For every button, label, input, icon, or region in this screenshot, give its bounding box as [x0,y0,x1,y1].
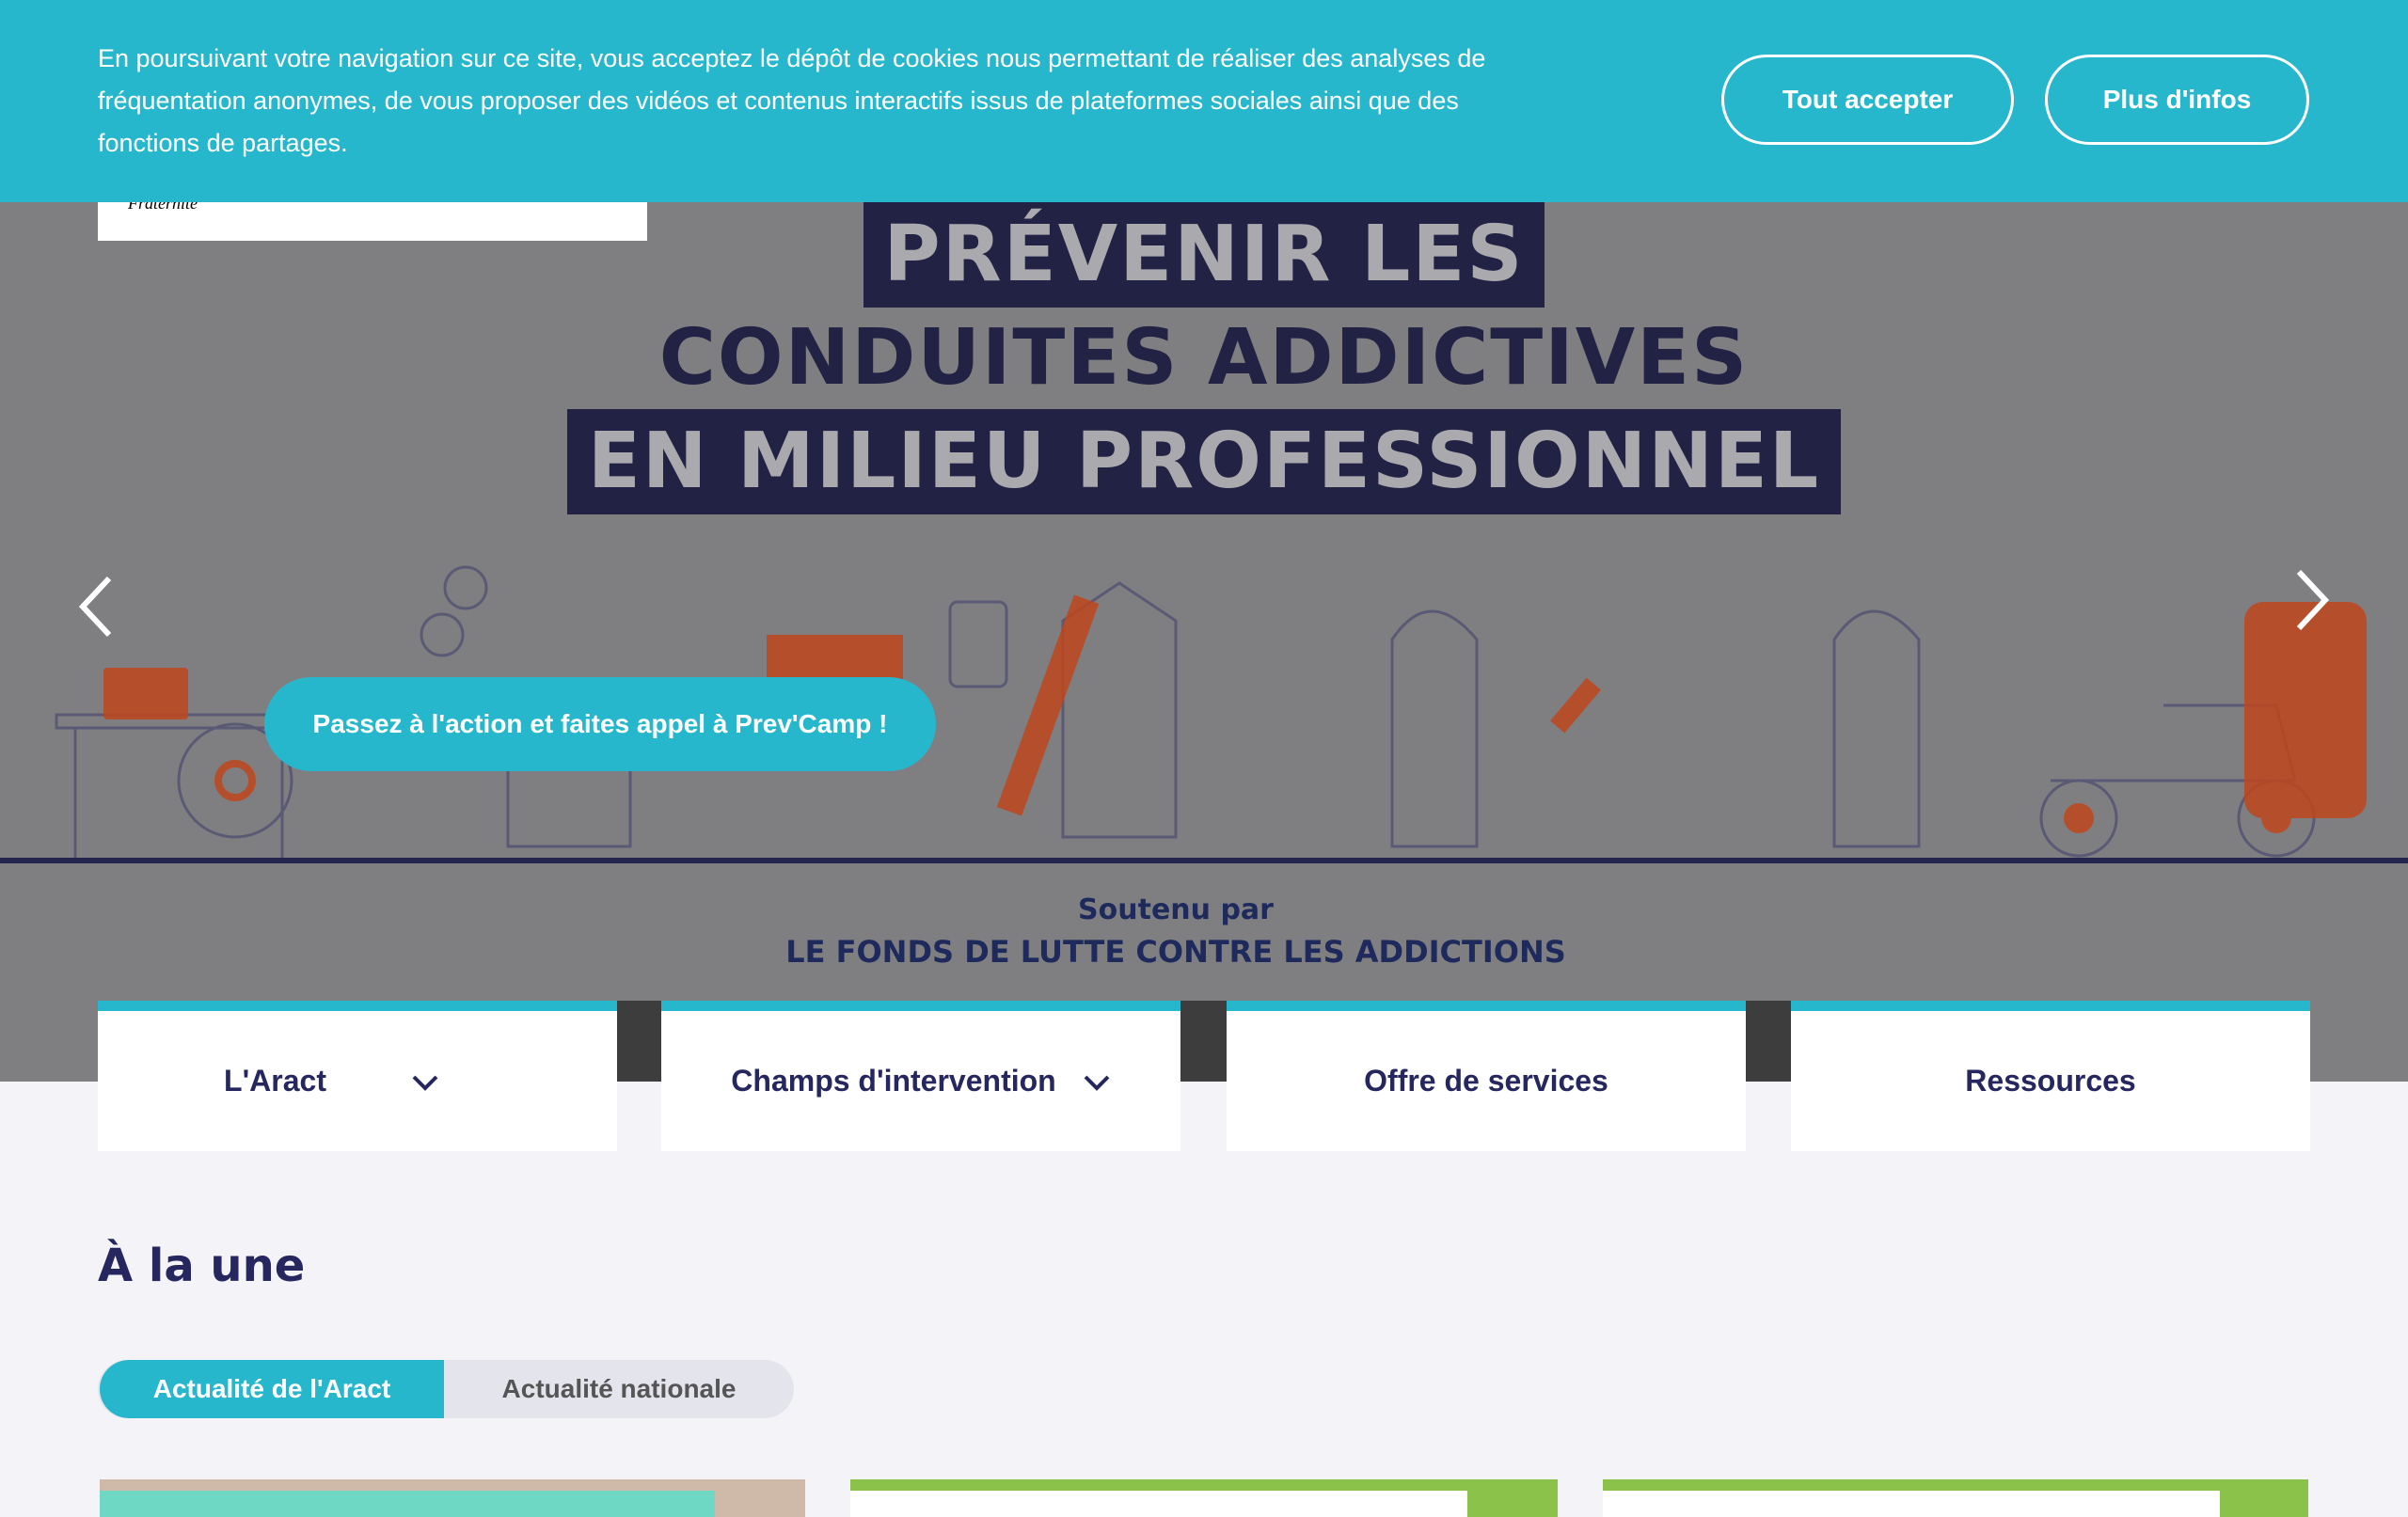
hero-title-line1: PRÉVENIR LES [863,202,1545,308]
cookie-banner: En poursuivant votre navigation sur ce s… [0,0,2408,202]
nav-item-label: Champs d'intervention [731,1064,1056,1098]
nav-divider [1180,1001,1227,1082]
nav-item-offre-services[interactable]: Offre de services [1227,1001,1746,1151]
nav-divider [617,1001,661,1082]
hero-ground-line [0,858,2408,863]
nav-divider [1746,1001,1791,1082]
hero-title-line3: EN MILIEU PROFESSIONNEL [566,409,1842,514]
hero-title-line2: CONDUITES ADDICTIVES [658,313,1750,403]
chevron-down-icon [411,1064,439,1098]
chevron-right-icon [2296,569,2330,631]
cookie-banner-text: En poursuivant votre navigation sur ce s… [98,44,1486,157]
news-tabs: Actualité de l'Aract Actualité nationale [98,1360,794,1418]
nav-item-ressources[interactable]: Ressources [1791,1001,2310,1151]
news-card-image [100,1491,715,1517]
tab-actualite-nationale[interactable]: Actualité nationale [444,1360,794,1418]
carousel-prev-button[interactable] [70,569,126,644]
accept-all-cookies-button[interactable]: Tout accepter [1721,55,2014,145]
carousel-next-button[interactable] [2282,562,2338,638]
nav-item-champs-intervention[interactable]: Champs d'intervention [661,1001,1180,1151]
nav-item-aract[interactable]: L'Aract [98,1001,617,1151]
nav-item-label: Ressources [1965,1064,2136,1098]
chevron-down-icon [1083,1064,1111,1098]
nav-item-label: Offre de services [1364,1064,1608,1098]
chevron-left-icon [78,576,112,638]
news-card[interactable] [100,1479,805,1517]
hero-support-line2: LE FONDS DE LUTTE CONTRE LES ADDICTIONS [785,934,1566,970]
news-card-image [850,1491,1467,1517]
news-card-image [1603,1491,2220,1517]
hero-support-line1: Soutenu par [1078,893,1274,926]
nav-item-label: L'Aract [224,1064,326,1098]
news-section-title: À la une [98,1240,306,1292]
cookie-more-info-button[interactable]: Plus d'infos [2045,55,2309,145]
tab-actualite-aract[interactable]: Actualité de l'Aract [100,1360,444,1418]
hero-title: PRÉVENIR LES CONDUITES ADDICTIVES EN MIL… [0,202,2408,514]
news-card[interactable] [1603,1479,2308,1517]
news-card[interactable] [850,1479,1558,1517]
prevcamp-cta-button[interactable]: Passez à l'action et faites appel à Prev… [264,677,936,771]
